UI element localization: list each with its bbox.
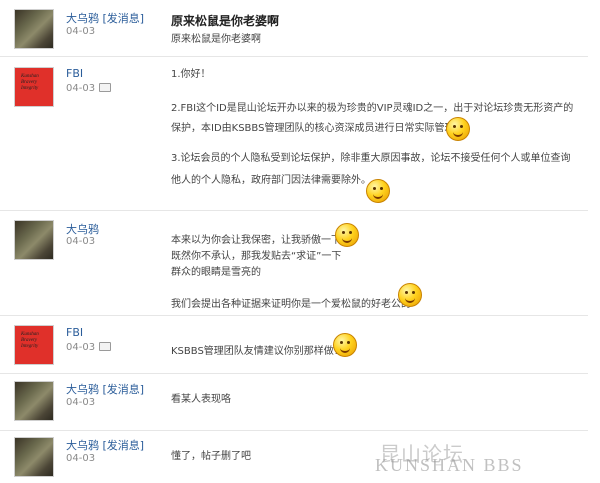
smiley-icon (335, 223, 359, 247)
post-body: 本来以为你会让我保密，让我骄傲一下 既然你不承认，那我发贴去“求证”一下 群众的… (171, 235, 411, 310)
thread-title: 原来松鼠是你老婆啊 (171, 14, 280, 28)
post-date: 04-03 (66, 82, 112, 94)
username[interactable]: FBI (66, 67, 83, 80)
post-1: 大乌鸦 [发消息] 04-03 原来松鼠是你老婆啊 原来松鼠是你老婆啊 (0, 0, 588, 57)
smiley-icon (366, 179, 390, 203)
envelope-icon[interactable] (99, 83, 112, 92)
avatar[interactable] (14, 9, 54, 49)
post-date: 04-03 (66, 341, 112, 353)
avatar[interactable] (14, 220, 54, 260)
smiley-icon (333, 333, 357, 357)
send-message-link[interactable]: [发消息] (103, 12, 145, 25)
envelope-icon[interactable] (99, 342, 112, 351)
username[interactable]: 大乌鸦 [发消息] (66, 10, 144, 26)
username[interactable]: 大乌鸦 (66, 221, 99, 237)
post-5: 大乌鸦 [发消息] 04-03 看某人表现咯 (0, 374, 588, 431)
post-body: 看某人表现咯 (171, 394, 231, 405)
post-date: 04-03 (66, 397, 96, 408)
avatar[interactable] (14, 381, 54, 421)
post-4: Kunshan Bravery Integrity FBI 04-03 KSBB… (0, 316, 588, 374)
thread-subtitle: 原来松鼠是你老婆啊 (171, 34, 261, 45)
post-body: KSBBS管理团队友情建议你别那样做！ (171, 346, 344, 357)
username[interactable]: 大乌鸦 [发消息] (66, 381, 144, 397)
post-date: 04-03 (66, 453, 96, 464)
post-2: Kunshan Bravery Integrity FBI 04-03 1.你好… (0, 57, 588, 211)
watermark-en: KUNSHAN BBS (375, 455, 524, 475)
post-3: 大乌鸦 04-03 本来以为你会让我保密，让我骄傲一下 既然你不承认，那我发贴去… (0, 211, 588, 316)
post-date: 04-03 (66, 26, 96, 37)
avatar[interactable]: Kunshan Bravery Integrity (14, 67, 54, 107)
post-body: 1.你好！ 2.FBI这个ID是昆山论坛开办以来的极为珍贵的VIP灵魂ID之一，… (171, 69, 574, 186)
avatar[interactable]: Kunshan Bravery Integrity (14, 325, 54, 365)
send-message-link[interactable]: [发消息] (103, 439, 145, 452)
smiley-icon (398, 283, 422, 307)
post-date: 04-03 (66, 236, 96, 247)
smiley-icon (446, 117, 470, 141)
send-message-link[interactable]: [发消息] (103, 383, 145, 396)
username[interactable]: FBI (66, 326, 83, 339)
avatar[interactable] (14, 437, 54, 477)
username[interactable]: 大乌鸦 [发消息] (66, 437, 144, 453)
post-body: 懂了，帖子删了吧 (171, 451, 251, 462)
